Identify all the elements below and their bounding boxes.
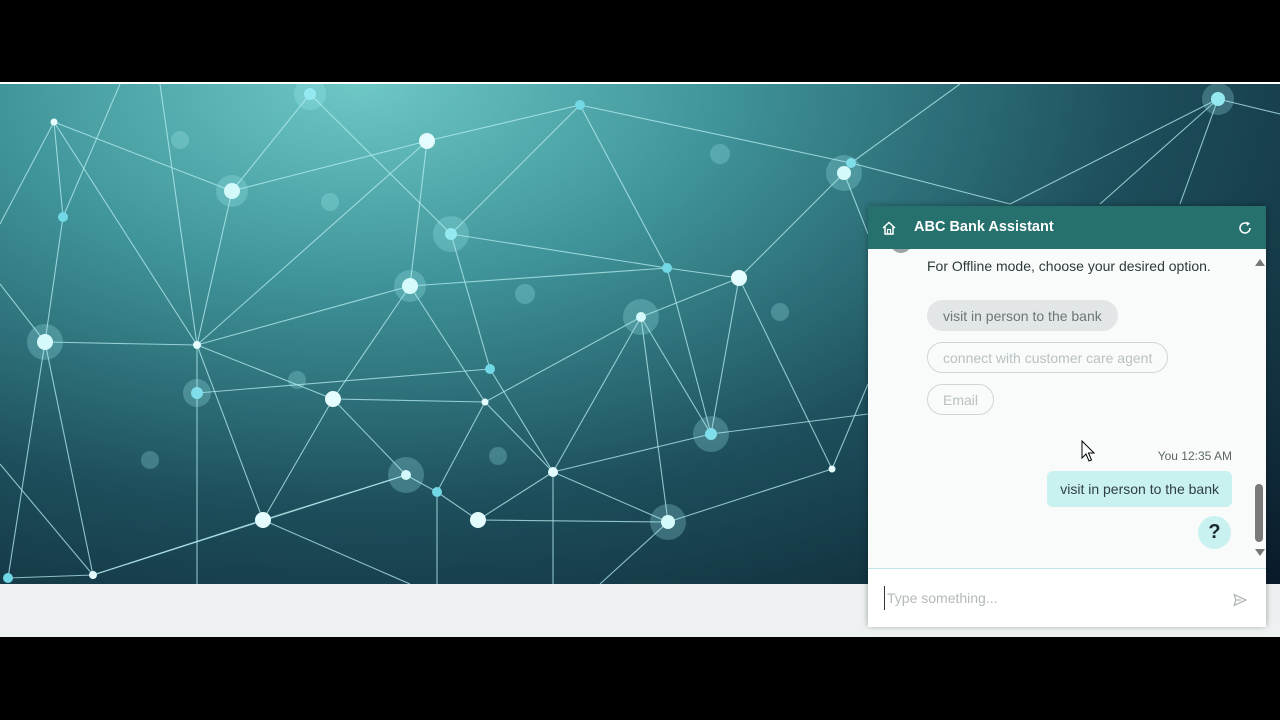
user-message-meta: You 12:35 AM [1157, 449, 1232, 463]
scrollbar[interactable] [1252, 256, 1266, 561]
home-icon[interactable] [881, 220, 897, 236]
scroll-down-arrow-icon[interactable] [1255, 549, 1265, 556]
refresh-icon[interactable] [1237, 220, 1253, 236]
page-top-border [0, 82, 1280, 84]
option-customer-care[interactable]: connect with customer care agent [927, 342, 1169, 373]
mouse-pointer-icon [1081, 440, 1096, 462]
user-message: visit in person to the bank [1047, 471, 1232, 507]
scroll-up-arrow-icon[interactable] [1255, 259, 1265, 266]
chat-title: ABC Bank Assistant [914, 219, 1054, 235]
chat-widget: ABC Bank Assistant For Offline mode, cho… [868, 206, 1266, 627]
bot-avatar [890, 249, 912, 253]
bot-message: For Offline mode, choose your desired op… [927, 258, 1211, 274]
option-visit-bank[interactable]: visit in person to the bank [927, 300, 1118, 331]
message-input[interactable] [884, 586, 1219, 610]
scroll-thumb[interactable] [1255, 484, 1263, 542]
message-composer [868, 568, 1266, 627]
help-icon[interactable]: ? [1198, 516, 1231, 549]
message-list: For Offline mode, choose your desired op… [868, 249, 1252, 568]
send-icon[interactable] [1233, 593, 1247, 607]
chat-header: ABC Bank Assistant [868, 206, 1266, 249]
option-email[interactable]: Email [927, 384, 995, 415]
